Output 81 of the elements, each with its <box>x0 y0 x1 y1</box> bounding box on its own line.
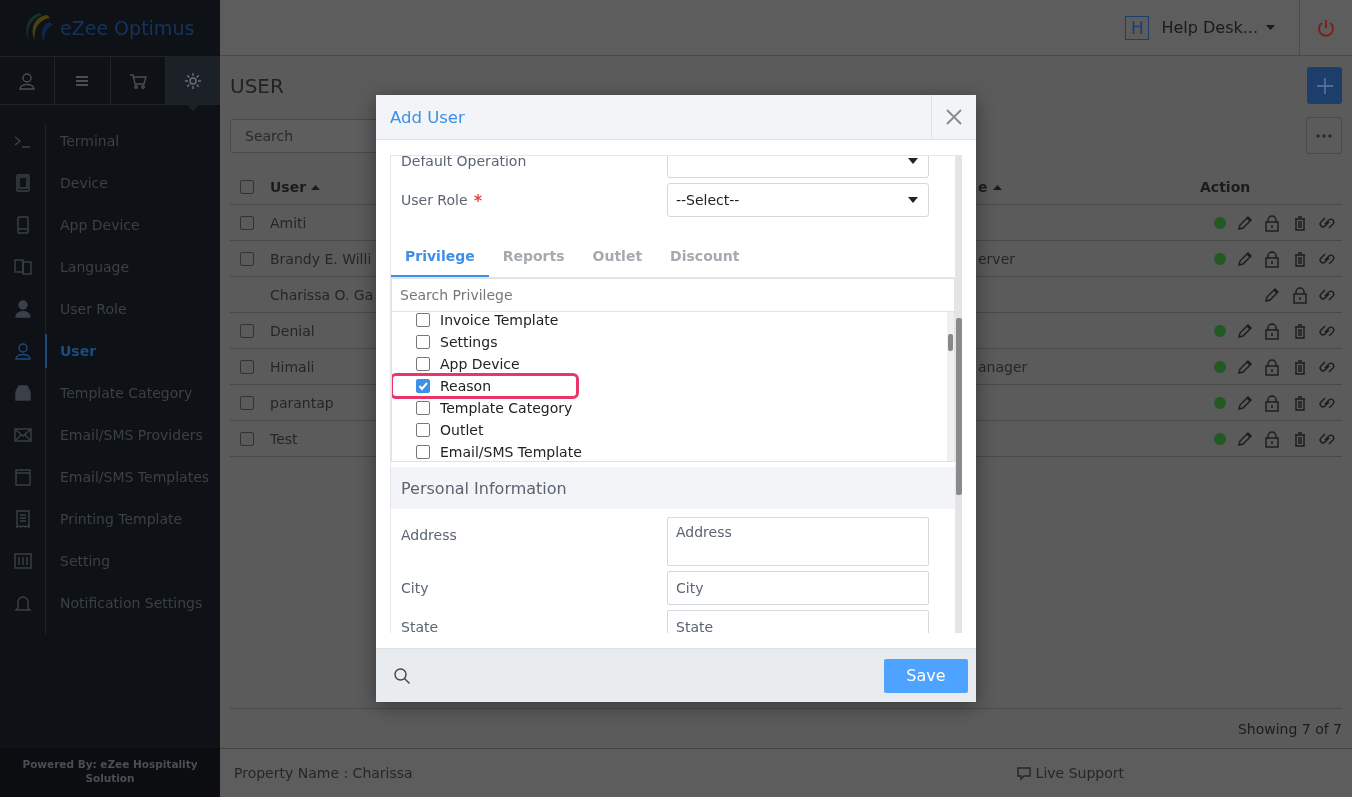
column-header[interactable]: e <box>978 179 1002 195</box>
lock-icon[interactable] <box>1263 429 1281 448</box>
sidebar-item[interactable]: User <box>0 330 220 372</box>
checkbox[interactable] <box>240 359 254 374</box>
lock-icon[interactable] <box>1263 357 1281 376</box>
privilege-label: Outlet <box>440 422 484 438</box>
field-label: User Role <box>401 192 667 208</box>
checkbox[interactable] <box>240 251 254 266</box>
field-label: City <box>401 580 430 596</box>
close-icon <box>946 109 962 125</box>
more-icon <box>1316 133 1332 138</box>
lock-icon[interactable] <box>1263 213 1281 232</box>
checkbox[interactable] <box>416 423 430 437</box>
dropdown[interactable]: --Select-- <box>667 183 929 217</box>
caret-icon <box>908 158 918 164</box>
live-support-link[interactable]: Live Support <box>1015 765 1124 781</box>
more-button[interactable] <box>1306 117 1342 154</box>
user-initial-badge: H <box>1125 15 1150 40</box>
sort-up-icon <box>992 184 1002 190</box>
column-header[interactable]: User <box>270 179 321 195</box>
search-icon[interactable] <box>393 666 411 685</box>
bell-icon <box>12 593 33 613</box>
lock-icon[interactable] <box>1263 249 1281 268</box>
field-label: Address <box>401 526 458 543</box>
sliders-icon <box>12 551 33 571</box>
envelope-icon <box>12 425 33 445</box>
lock-icon[interactable] <box>1263 321 1281 340</box>
checkbox[interactable] <box>240 180 254 194</box>
power-icon[interactable] <box>1316 17 1336 38</box>
tab[interactable]: Reports <box>488 235 579 277</box>
sort-up-icon <box>311 184 321 190</box>
checkbox[interactable] <box>416 379 430 393</box>
person-icon <box>12 341 33 361</box>
person-icon <box>12 299 33 319</box>
checkbox[interactable] <box>416 445 430 459</box>
checkbox[interactable] <box>416 335 430 349</box>
user-menu-button[interactable]: Help Desk... <box>1161 18 1275 37</box>
privilege-label: App Device <box>440 356 520 372</box>
input-field[interactable]: State <box>667 610 929 633</box>
add-button[interactable] <box>1307 67 1342 104</box>
person-icon <box>17 70 38 91</box>
scrollbar-thumb[interactable] <box>948 334 953 351</box>
caret-icon <box>908 197 918 203</box>
checkbox[interactable] <box>416 313 430 327</box>
privilege-label: Invoice Template <box>440 312 559 328</box>
privilege-label: Template Category <box>440 400 573 416</box>
privilege-label: Email/SMS Template <box>440 444 582 460</box>
privilege-label: Reason <box>440 378 492 394</box>
search-field[interactable]: Search Privilege <box>391 278 955 312</box>
settings-icon <box>182 70 203 91</box>
check-icon <box>418 381 428 391</box>
checkbox[interactable] <box>240 323 254 338</box>
checkbox[interactable] <box>416 357 430 371</box>
translate-icon <box>12 257 33 277</box>
caret-icon <box>1266 25 1275 30</box>
checkbox[interactable] <box>240 431 254 446</box>
dialog-title: Add User <box>389 107 465 127</box>
field-label: Default Operation <box>401 156 528 169</box>
privilege-label: Settings <box>440 334 498 350</box>
plus-icon <box>1314 75 1335 96</box>
checkbox[interactable] <box>416 401 430 415</box>
input-field[interactable]: City <box>667 571 929 605</box>
tab[interactable]: Discount <box>656 235 754 277</box>
tab[interactable]: Outlet <box>578 235 657 277</box>
scrollbar-thumb[interactable] <box>956 318 962 495</box>
field-label: State <box>401 619 440 633</box>
lock-icon[interactable] <box>1290 285 1309 304</box>
powered-by-text: Powered By: eZee Hospitality Solution <box>0 748 220 797</box>
chat-icon <box>1015 765 1032 781</box>
column-header: Action <box>1200 179 1251 195</box>
checkbox[interactable] <box>240 395 254 410</box>
page-title: USER <box>230 73 284 98</box>
lock-icon[interactable] <box>1263 393 1281 412</box>
pagination-info: Showing 7 of 7 <box>1237 720 1342 737</box>
section-header: Personal Information <box>391 467 955 509</box>
calendar-icon <box>12 467 33 487</box>
app-logo: eZee Optimus <box>60 17 195 39</box>
tray-icon <box>12 383 33 403</box>
save-button[interactable]: Save <box>884 658 968 693</box>
checkbox[interactable] <box>240 215 254 230</box>
text-area[interactable]: Address <box>667 517 929 566</box>
